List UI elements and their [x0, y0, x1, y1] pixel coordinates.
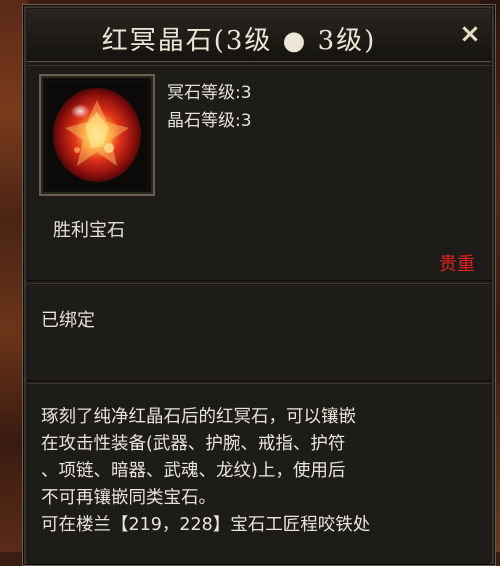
quality-label: 贵重 [439, 254, 475, 275]
bind-status: 已绑定 [41, 310, 95, 331]
item-info-section: 冥石等级:3 晶石等级:3 胜利宝石 贵重 [27, 65, 491, 281]
item-description: 琢刻了纯净红晶石后的红冥石，可以镶嵌 在攻击性装备(武器、护腕、戒指、护符 、项… [41, 404, 477, 539]
description-section: 琢刻了纯净红晶石后的红冥石，可以镶嵌 在攻击性装备(武器、护腕、戒指、护符 、项… [27, 383, 491, 565]
red-gem-icon [47, 82, 147, 188]
bind-section: 已绑定 [27, 283, 491, 381]
description-line: 琢刻了纯净红晶石后的红冥石，可以镶嵌 [41, 407, 356, 427]
stat-ming-level: 冥石等级:3 [167, 83, 252, 103]
item-title: 红冥晶石(3级 ● 3级) [101, 26, 377, 56]
item-icon-slot[interactable] [39, 74, 155, 196]
stat-crystal-level: 晶石等级:3 [167, 111, 252, 131]
description-line: 可在楼兰【219，228】宝石工匠程咬铁处 [41, 515, 371, 535]
close-icon: × [459, 19, 481, 49]
description-line: 在攻击性装备(武器、护腕、戒指、护符 [41, 434, 346, 454]
tooltip-titlebar: 红冥晶石(3级 ● 3级) × [27, 9, 491, 62]
description-line: 、项链、暗器、武魂、龙纹)上，使用后 [41, 461, 346, 481]
item-tooltip: 红冥晶石(3级 ● 3级) × 冥石等级:3 晶石等级:3 胜利宝石 贵重 已绑… [22, 4, 496, 566]
close-button[interactable]: × [457, 21, 483, 47]
gem-type-name: 胜利宝石 [53, 220, 125, 241]
description-line: 不可再镶嵌同类宝石。 [41, 488, 216, 508]
